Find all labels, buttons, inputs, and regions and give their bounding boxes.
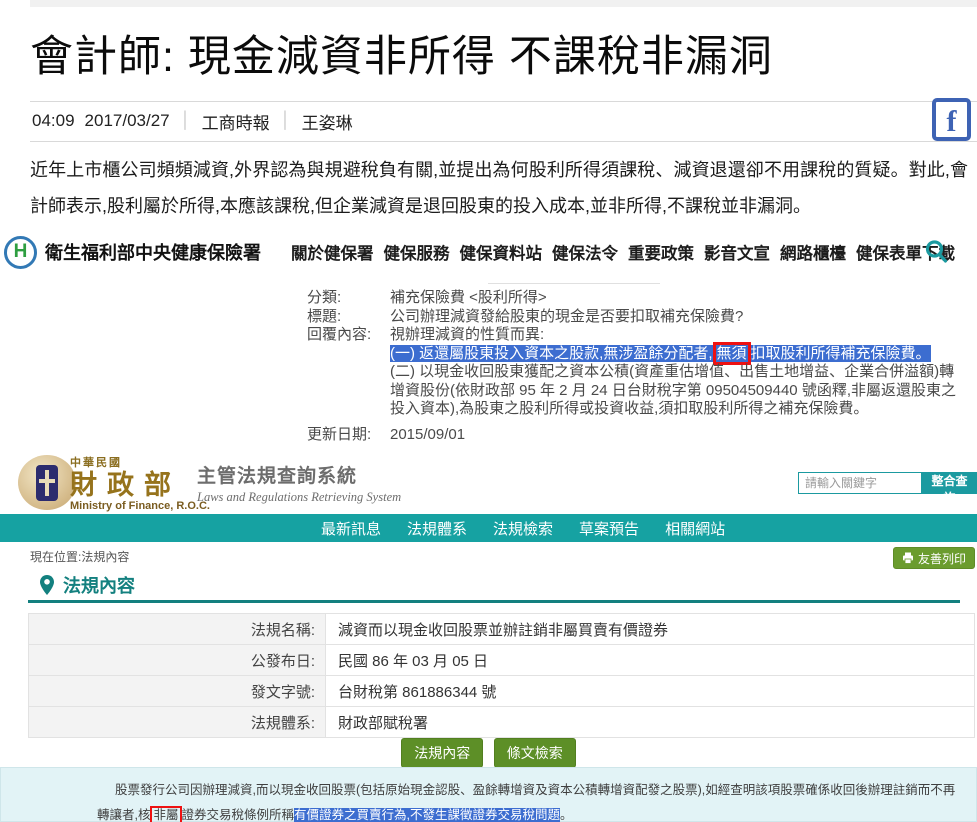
qa-title-value: 公司辦理減資發給股東的現金是否要扣取補充保險費? [390, 308, 963, 327]
mof-search: 整合查詢 [798, 472, 977, 494]
nhi-menu: 關於健保署 健保服務 健保資料站 健保法令 重要政策 影音文宣 網路櫃檯 健保表… [291, 240, 955, 264]
selected-text: 有價證券之買賣行為,不發生課徵證券交易稅問題 [294, 808, 560, 822]
nhi-menu-item-policy[interactable]: 重要政策 [628, 240, 694, 264]
mof-nav-news[interactable]: 最新訊息 [321, 518, 381, 539]
meta-separator: │ [181, 112, 191, 130]
mof-nav-related[interactable]: 相關網站 [665, 518, 725, 539]
mof-ministry-name: 財政部 [70, 470, 210, 500]
qa-reply-intro: 視辦理減資的性質而異: [390, 326, 963, 345]
system-title: 主管法規查詢系統 [197, 461, 401, 488]
law-table: 法規名稱: 減資而以現金收回股票並辦註銷非屬買賣有價證券 公發布日: 民國 86… [28, 613, 975, 738]
law-system-value: 財政部賦稅署 [326, 707, 975, 738]
search-icon[interactable] [924, 239, 949, 264]
red-annotation-box: 非屬 [150, 806, 181, 822]
article-search-button[interactable]: 條文檢索 [494, 738, 576, 768]
section-heading: 法規內容 [40, 572, 135, 598]
page: 會計師: 現金減資非所得 不課稅非漏洞 04:09 2017/03/27 │ 工… [0, 0, 977, 822]
selected-text: (一) 返還屬股東投入資本之股款,無涉盈餘分配者,無須扣取股利所得補充保險費。 [390, 345, 931, 362]
mof-titles: 中華民國 財政部 Ministry of Finance, R.O.C. [70, 454, 210, 512]
nhi-agency-name: 衛生福利部中央健康保險署 [45, 239, 261, 265]
mof-nav-draft[interactable]: 草案預告 [579, 518, 639, 539]
qa-category-label: 分類: [307, 289, 390, 308]
article-meta: 04:09 2017/03/27 │ 工商時報 │ 王姿琳 [32, 104, 353, 138]
table-row: 法規體系: 財政部賦稅署 [29, 707, 975, 738]
page-title: 會計師: 現金減資非所得 不課稅非漏洞 [30, 22, 960, 84]
article-paragraph: 近年上市櫃公司頻頻減資,外界認為與規避稅負有關,並提出為何股利所得須課稅、減資退… [30, 152, 968, 224]
nhi-menu-item-about[interactable]: 關於健保署 [291, 240, 374, 264]
location-pin-icon [40, 575, 54, 595]
table-row: 發文字號: 台財稅第 861886344 號 [29, 676, 975, 707]
qa-reply-label: 回覆內容: [307, 326, 390, 419]
red-annotation-box: 無須 [713, 342, 751, 365]
qa-reply-item1: (一) 返還屬股東投入資本之股款,無涉盈餘分配者,無須扣取股利所得補充保險費。 [390, 345, 963, 364]
top-strip [30, 0, 977, 7]
law-content-button[interactable]: 法規內容 [401, 738, 483, 768]
qa-updated-value: 2015/09/01 [390, 426, 963, 445]
article-time: 04:09 [32, 111, 75, 131]
nhi-menu-item-law[interactable]: 健保法令 [552, 240, 618, 264]
law-notice-panel: 股票發行公司因辦理減資,而以現金收回股票(包括原始現金認股、盈餘轉增資及資本公積… [0, 767, 977, 822]
mof-nav-search[interactable]: 法規檢索 [493, 518, 553, 539]
system-title-en: Laws and Regulations Retrieving System [197, 490, 401, 505]
law-notice-text: 股票發行公司因辦理減資,而以現金收回股票(包括原始現金認股、盈餘轉增資及資本公積… [1, 768, 976, 822]
article-source: 工商時報 [202, 109, 270, 134]
breadcrumb: 現在位置:法規內容 [30, 548, 129, 565]
printer-icon [902, 552, 914, 564]
nhi-qa-block: 分類: 補充保險費 <股利所得> 標題: 公司辦理減資發給股東的現金是否要扣取補… [307, 289, 963, 444]
qa-reply-item2: (二) 以現金收回股東獲配之資本公積(資產重估增值、出售土地增益、企業合併溢額)… [390, 363, 963, 419]
section-underline [28, 600, 960, 603]
action-buttons: 法規內容 條文檢索 [0, 738, 977, 768]
mof-country: 中華民國 [70, 454, 210, 470]
nhi-menu-item-counter[interactable]: 網路櫃檯 [780, 240, 846, 264]
table-row: 公發布日: 民國 86 年 03 月 05 日 [29, 645, 975, 676]
mof-seal-icon [18, 455, 76, 510]
nhi-menu-item-services[interactable]: 健保服務 [384, 240, 450, 264]
nhi-menu-item-data[interactable]: 健保資料站 [460, 240, 543, 264]
section-title: 法規內容 [63, 572, 135, 598]
friendly-print-button[interactable]: 友善列印 [893, 547, 975, 569]
article-date: 2017/03/27 [85, 111, 170, 131]
mof-navbar: 最新訊息 法規體系 法規檢索 草案預告 相關網站 [0, 514, 977, 542]
nhi-navbar: H 衛生福利部中央健康保險署 關於健保署 健保服務 健保資料站 健保法令 重要政… [0, 231, 977, 273]
divider [30, 101, 977, 102]
doc-number-value: 台財稅第 861886344 號 [326, 676, 975, 707]
article-author: 王姿琳 [302, 109, 353, 134]
facebook-share-icon[interactable]: f [932, 98, 971, 141]
qa-title-label: 標題: [307, 308, 390, 327]
qa-category-value: 補充保險費 <股利所得> [390, 289, 963, 308]
integrated-search-button[interactable]: 整合查詢 [922, 472, 977, 494]
system-titles: 主管法規查詢系統 Laws and Regulations Retrieving… [197, 461, 401, 505]
qa-reply-value: 視辦理減資的性質而異: (一) 返還屬股東投入資本之股款,無涉盈餘分配者,無須扣… [390, 326, 963, 419]
meta-separator: │ [281, 112, 291, 130]
mof-ministry-name-en: Ministry of Finance, R.O.C. [70, 500, 210, 512]
law-name-value: 減資而以現金收回股票並辦註銷非屬買賣有價證券 [326, 614, 975, 645]
divider [30, 141, 977, 142]
print-button-label: 友善列印 [918, 550, 966, 567]
mof-header: 中華民國 財政部 Ministry of Finance, R.O.C. 主管法… [0, 452, 977, 514]
publish-date-value: 民國 86 年 03 月 05 日 [326, 645, 975, 676]
publish-date-label: 公發布日: [29, 645, 326, 676]
qa-updated-label: 更新日期: [307, 426, 390, 445]
table-row: 法規名稱: 減資而以現金收回股票並辦註銷非屬買賣有價證券 [29, 614, 975, 645]
law-name-label: 法規名稱: [29, 614, 326, 645]
divider [488, 283, 660, 284]
nhi-menu-item-media[interactable]: 影音文宣 [704, 240, 770, 264]
nhi-logo-icon: H [4, 236, 37, 269]
mof-nav-system[interactable]: 法規體系 [407, 518, 467, 539]
doc-number-label: 發文字號: [29, 676, 326, 707]
keyword-search-input[interactable] [798, 472, 922, 494]
law-system-label: 法規體系: [29, 707, 326, 738]
